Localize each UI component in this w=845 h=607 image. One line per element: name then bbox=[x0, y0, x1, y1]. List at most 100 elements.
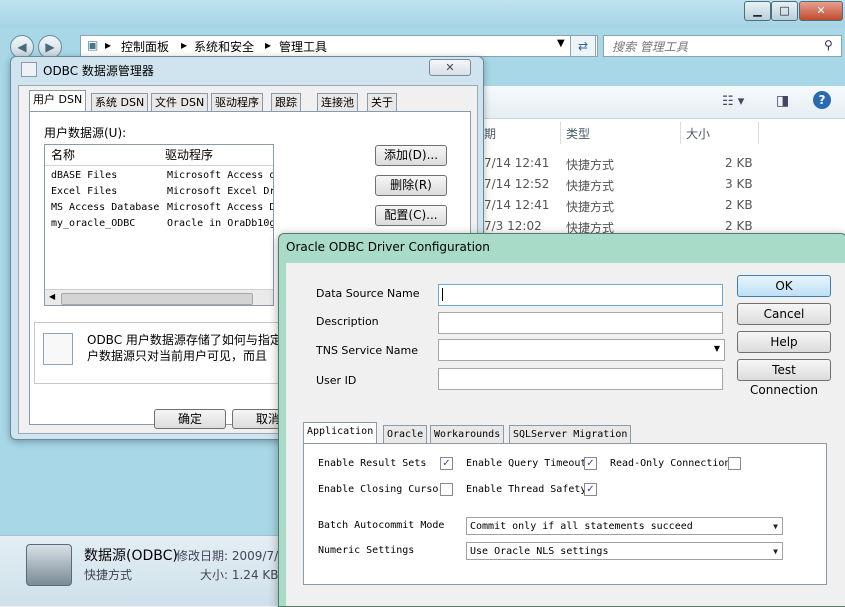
enable-query-timeout-checkbox[interactable]: ✓ bbox=[584, 457, 597, 470]
help-icon[interactable]: ? bbox=[813, 91, 831, 109]
scroll-left-icon[interactable]: ◀ bbox=[49, 292, 55, 301]
numeric-settings-value: Use Oracle NLS settings bbox=[470, 546, 609, 557]
remove-button[interactable]: 删除(R) bbox=[375, 175, 447, 196]
enable-closing-cursors-label: Enable Closing Cursors bbox=[318, 484, 451, 495]
column-divider bbox=[758, 122, 759, 144]
horizontal-scrollbar[interactable]: ◀ bbox=[45, 289, 273, 305]
tab-tracing[interactable]: 跟踪 bbox=[271, 93, 301, 112]
description-field[interactable] bbox=[438, 312, 723, 334]
list-item[interactable]: 7/14 12:52 快捷方式 3 KB bbox=[484, 174, 845, 195]
ok-button[interactable]: OK bbox=[737, 275, 831, 297]
list-item[interactable]: 7/14 12:41 快捷方式 2 KB bbox=[484, 153, 845, 174]
breadcrumb-system-security[interactable]: 系统和安全 bbox=[194, 38, 254, 55]
odbc-title-icon bbox=[21, 62, 37, 77]
dsn-name: MS Access Database bbox=[51, 202, 160, 213]
info-database-icon bbox=[43, 333, 73, 365]
dsn-field[interactable] bbox=[438, 284, 723, 306]
configure-button[interactable]: 配置(C)... bbox=[375, 205, 447, 226]
dsn-label: Data Source Name bbox=[316, 287, 420, 300]
tab-user-dsn[interactable]: 用户 DSN bbox=[29, 90, 87, 113]
list-header-driver[interactable]: 驱动程序 bbox=[165, 145, 213, 165]
user-dsn-list[interactable]: 名称 驱动程序 dBASE Files Microsoft Access dBA… bbox=[44, 144, 274, 306]
check-icon: ✓ bbox=[586, 484, 595, 495]
enable-thread-safety-label: Enable Thread Safety bbox=[466, 484, 587, 495]
list-item[interactable]: 7/14 12:41 快捷方式 2 KB bbox=[484, 195, 845, 216]
list-header-name[interactable]: 名称 bbox=[51, 145, 75, 165]
chevron-down-icon[interactable]: ▼ bbox=[773, 543, 778, 561]
list-item[interactable]: Excel Files Microsoft Excel Driver (*.xl… bbox=[51, 184, 273, 200]
user-dsn-label: 用户数据源(U): bbox=[44, 126, 127, 140]
address-bar[interactable]: ▣ ▸ 控制面板 ▸ 系统和安全 ▸ 管理工具 ▼ bbox=[80, 35, 598, 57]
list-item[interactable]: MS Access Database Microsoft Access Driv… bbox=[51, 200, 273, 216]
column-type[interactable]: 类型 bbox=[566, 122, 590, 146]
details-name: 数据源(ODBC) bbox=[84, 548, 178, 564]
chevron-down-icon[interactable]: ▼ bbox=[557, 38, 565, 49]
scroll-thumb[interactable] bbox=[61, 293, 253, 305]
enable-result-sets-checkbox[interactable]: ✓ bbox=[440, 457, 453, 470]
chevron-right-icon: ▸ bbox=[181, 38, 188, 52]
application-page: Enable Result Sets ✓ Enable Query Timeou… bbox=[303, 443, 827, 585]
search-icon[interactable]: ⚲ bbox=[824, 38, 833, 52]
dsn-driver: Microsoft Access dBASE Driver (*.d bbox=[167, 170, 273, 181]
userid-field[interactable] bbox=[438, 368, 723, 390]
oracle-dialog-title: Oracle ODBC Driver Configuration bbox=[286, 240, 490, 254]
tab-system-dsn[interactable]: 系统 DSN bbox=[91, 93, 149, 112]
enable-thread-safety-checkbox[interactable]: ✓ bbox=[584, 483, 597, 496]
chevron-down-icon[interactable]: ▼ bbox=[714, 344, 720, 353]
column-size[interactable]: 大小 bbox=[686, 122, 710, 146]
odbc-shortcut-icon bbox=[26, 544, 72, 586]
options-tabs: Application Oracle Workarounds SQLServer… bbox=[303, 422, 829, 593]
text-cursor bbox=[442, 288, 443, 301]
breadcrumb-control-panel[interactable]: 控制面板 bbox=[121, 38, 169, 55]
help-button[interactable]: Help bbox=[737, 331, 831, 353]
cancel-button[interactable]: Cancel bbox=[737, 303, 831, 325]
details-size: 大小: 1.24 KB bbox=[200, 568, 279, 582]
chevron-down-icon[interactable]: ▼ bbox=[773, 518, 778, 536]
tab-sqlserver-migration[interactable]: SQLServer Migration bbox=[509, 425, 632, 444]
ok-button[interactable]: 确定 bbox=[154, 409, 226, 429]
list-header: 名称 驱动程序 bbox=[45, 145, 273, 166]
chevron-right-icon: ▸ bbox=[265, 38, 272, 52]
oracle-dialog-body: Data Source Name Description TNS Service… bbox=[286, 263, 845, 606]
list-item[interactable]: dBASE Files Microsoft Access dBASE Drive… bbox=[51, 168, 273, 184]
numeric-settings-select[interactable]: Use Oracle NLS settings ▼ bbox=[466, 542, 783, 560]
search-input[interactable]: 搜索 管理工具 ⚲ bbox=[603, 35, 842, 57]
view-options-icon[interactable]: ☷ ▾ bbox=[722, 94, 744, 109]
enable-result-sets-label: Enable Result Sets bbox=[318, 458, 427, 469]
maximize-button[interactable]: □ bbox=[771, 1, 798, 21]
explorer-titlebar bbox=[0, 0, 845, 28]
dsn-driver: Microsoft Access Driver (*.mdb, *. bbox=[167, 202, 273, 213]
tab-workarounds[interactable]: Workarounds bbox=[430, 425, 505, 444]
odbc-close-button[interactable]: ✕ bbox=[429, 59, 471, 76]
column-date[interactable]: 期 bbox=[484, 122, 496, 146]
tab-about[interactable]: 关于 bbox=[367, 93, 397, 112]
tab-oracle[interactable]: Oracle bbox=[383, 425, 428, 444]
column-divider bbox=[680, 122, 681, 144]
preview-pane-icon[interactable]: ◨ bbox=[776, 93, 789, 109]
batch-autocommit-select[interactable]: Commit only if all statements succeed ▼ bbox=[466, 517, 783, 535]
folder-icon: ▣ bbox=[87, 38, 99, 52]
breadcrumb-admin-tools[interactable]: 管理工具 bbox=[279, 38, 327, 55]
check-icon: ✓ bbox=[586, 458, 595, 469]
refresh-icon[interactable]: ⇄ bbox=[570, 35, 596, 57]
dsn-name: Excel Files bbox=[51, 186, 118, 197]
test-connection-button[interactable]: Test Connection bbox=[737, 359, 831, 397]
tab-file-dsn[interactable]: 文件 DSN bbox=[151, 93, 209, 112]
read-only-connection-checkbox[interactable] bbox=[728, 457, 741, 470]
list-item[interactable]: my_oracle_ODBC Oracle in OraDb10g_home1 bbox=[51, 216, 273, 232]
batch-autocommit-label: Batch Autocommit Mode bbox=[318, 520, 445, 531]
tab-connection-pooling[interactable]: 连接池 bbox=[317, 93, 358, 112]
description-label: Description bbox=[316, 315, 379, 328]
tns-service-select[interactable]: ▼ bbox=[438, 339, 725, 361]
minimize-button[interactable]: ▁ bbox=[744, 1, 771, 21]
tab-application[interactable]: Application bbox=[303, 422, 378, 445]
enable-closing-cursors-checkbox[interactable] bbox=[440, 483, 453, 496]
close-button[interactable]: ✕ bbox=[799, 1, 843, 21]
tab-drivers[interactable]: 驱动程序 bbox=[211, 93, 263, 112]
dsn-driver: Microsoft Excel Driver (*.xls, *.x bbox=[167, 186, 273, 197]
column-divider bbox=[560, 122, 561, 144]
oracle-config-dialog: Oracle ODBC Driver Configuration Data So… bbox=[278, 233, 845, 607]
tns-label: TNS Service Name bbox=[316, 344, 419, 357]
odbc-title: ODBC 数据源管理器 bbox=[43, 64, 154, 78]
add-button[interactable]: 添加(D)... bbox=[375, 145, 447, 166]
